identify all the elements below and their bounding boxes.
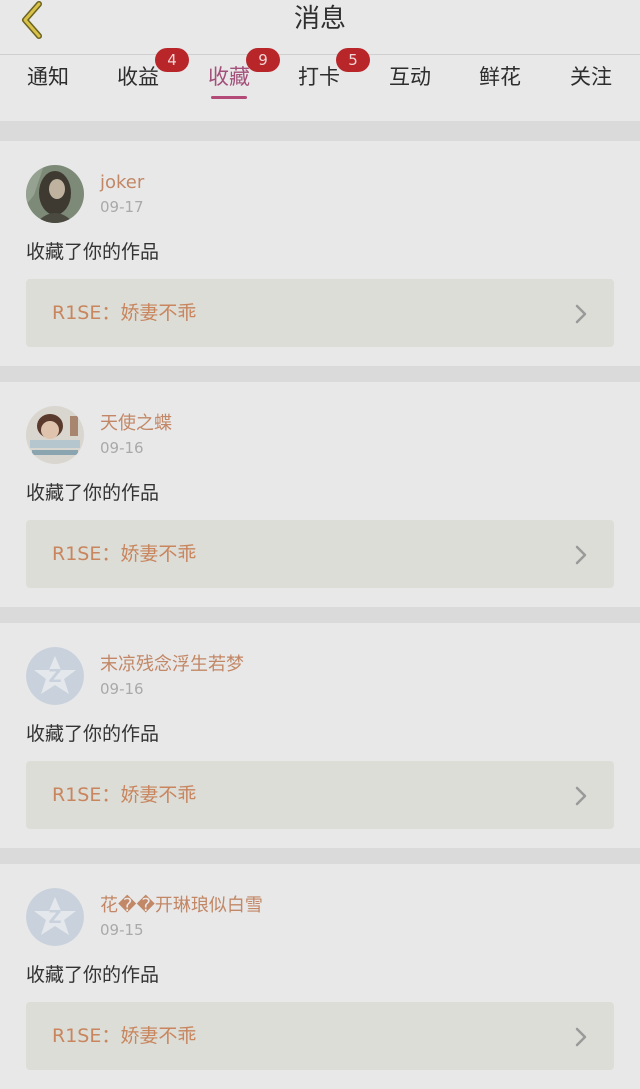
action-text: 收藏了你的作品 (26, 964, 160, 986)
work-link[interactable]: R1SE：娇妻不乖 (26, 279, 614, 347)
tab-label: 鲜花 (479, 65, 521, 89)
default-avatar-icon[interactable]: Z (26, 647, 84, 705)
work-title: R1SE：娇妻不乖 (52, 543, 197, 565)
username[interactable]: 天使之蝶 (100, 413, 172, 435)
work-link[interactable]: R1SE：娇妻不乖 (26, 1002, 614, 1070)
section-divider (0, 848, 640, 864)
tab-label: 收益 (117, 65, 159, 89)
work-title: R1SE：娇妻不乖 (52, 784, 197, 806)
username[interactable]: 花��开琳琅似白雪 (100, 895, 263, 917)
notification-item: 天使之蝶 09-16 收藏了你的作品 R1SE：娇妻不乖 (0, 382, 640, 607)
default-avatar-icon[interactable]: Z (26, 888, 84, 946)
chevron-right-icon (575, 545, 587, 565)
tab-notice[interactable]: 通知 (3, 55, 93, 121)
work-link[interactable]: R1SE：娇妻不乖 (26, 520, 614, 588)
chevron-right-icon (575, 786, 587, 806)
notification-item: Z 花��开琳琅似白雪 09-15 收藏了你的作品 R1SE：娇妻不乖 (0, 864, 640, 1089)
chevron-right-icon (575, 304, 587, 324)
tab-label: 收藏 (208, 65, 250, 89)
username[interactable]: joker (100, 172, 144, 194)
tab-label: 互动 (389, 65, 431, 89)
timestamp: 09-16 (100, 439, 144, 457)
svg-text:Z: Z (48, 666, 61, 687)
user-avatar[interactable] (26, 406, 84, 464)
work-link[interactable]: R1SE：娇妻不乖 (26, 761, 614, 829)
action-text: 收藏了你的作品 (26, 482, 160, 504)
tab-bar: 通知 收益 4 收藏 9 打卡 5 互动 鲜花 关注 (0, 48, 640, 121)
notification-item: joker 09-17 收藏了你的作品 R1SE：娇妻不乖 (0, 141, 640, 366)
section-divider (0, 607, 640, 623)
work-title: R1SE：娇妻不乖 (52, 302, 197, 324)
tab-underline (211, 96, 247, 99)
action-text: 收藏了你的作品 (26, 723, 160, 745)
tab-flowers[interactable]: 鲜花 (455, 55, 545, 121)
tab-interaction[interactable]: 互动 (365, 55, 455, 121)
tab-label: 关注 (570, 65, 612, 89)
username[interactable]: 末凉残念浮生若梦 (100, 654, 244, 676)
timestamp: 09-17 (100, 198, 144, 216)
tab-follow[interactable]: 关注 (546, 55, 636, 121)
chevron-right-icon (575, 1027, 587, 1047)
section-divider (0, 121, 640, 141)
user-avatar[interactable] (26, 165, 84, 223)
action-text: 收藏了你的作品 (26, 241, 160, 263)
header-bar: 消息 (0, 0, 640, 55)
notification-item: Z 末凉残念浮生若梦 09-16 收藏了你的作品 R1SE：娇妻不乖 (0, 623, 640, 848)
svg-text:Z: Z (48, 907, 61, 928)
timestamp: 09-15 (100, 921, 144, 939)
work-title: R1SE：娇妻不乖 (52, 1025, 197, 1047)
tab-label: 打卡 (298, 65, 340, 89)
timestamp: 09-16 (100, 680, 144, 698)
page-title: 消息 (293, 4, 346, 34)
tab-label: 通知 (27, 65, 69, 89)
section-divider (0, 366, 640, 382)
